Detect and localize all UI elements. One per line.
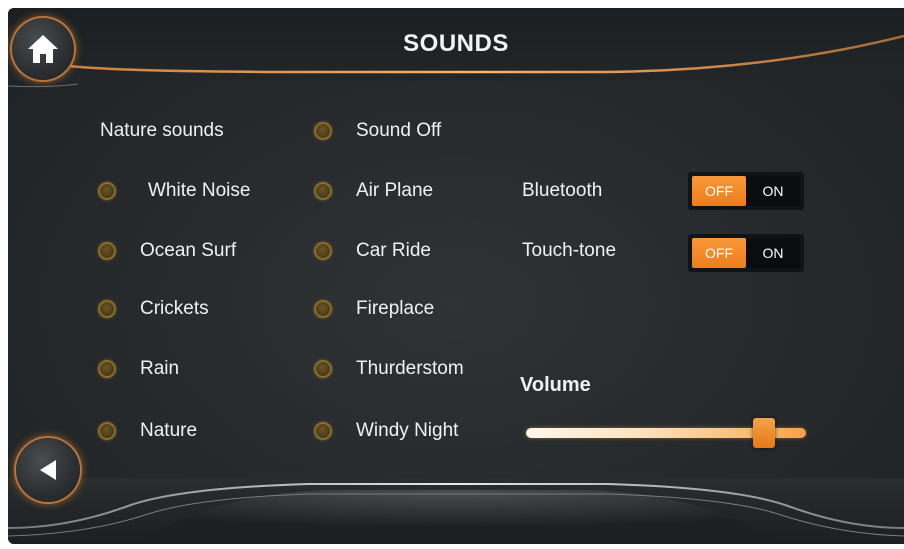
option-label: Fireplace bbox=[356, 298, 435, 319]
toggle-on-segment[interactable]: ON bbox=[746, 238, 800, 268]
decorative-glow-lines bbox=[8, 34, 904, 544]
option-label: Windy Night bbox=[356, 420, 459, 441]
option-label: Sound Off bbox=[356, 120, 442, 141]
touch-tone-toggle[interactable]: OFF ON bbox=[688, 234, 804, 272]
radio-button[interactable] bbox=[314, 360, 332, 378]
radio-button[interactable] bbox=[98, 182, 116, 200]
radio-button[interactable] bbox=[314, 300, 332, 318]
toggle-off-segment[interactable]: OFF bbox=[692, 238, 746, 268]
option-label: Rain bbox=[140, 358, 180, 379]
option-sound-off[interactable]: Sound Off bbox=[314, 120, 441, 142]
toggle-on-segment[interactable]: ON bbox=[746, 176, 800, 206]
radio-button[interactable] bbox=[314, 182, 332, 200]
radio-button[interactable] bbox=[314, 242, 332, 260]
option-car-ride[interactable]: Car Ride bbox=[314, 240, 431, 262]
option-nature[interactable]: Nature bbox=[98, 420, 197, 442]
radio-button[interactable] bbox=[98, 242, 116, 260]
radio-button[interactable] bbox=[98, 300, 116, 318]
option-white-noise[interactable]: White Noise bbox=[98, 180, 250, 202]
page-title: SOUNDS bbox=[403, 30, 509, 57]
option-label: Ocean Surf bbox=[140, 240, 237, 261]
toggle-off-segment[interactable]: OFF bbox=[692, 176, 746, 206]
option-label: White Noise bbox=[148, 180, 251, 201]
option-label: Air Plane bbox=[356, 180, 434, 201]
option-ocean-surf[interactable]: Ocean Surf bbox=[98, 240, 236, 262]
option-label: Nature bbox=[140, 420, 198, 441]
option-label: Thurderstom bbox=[356, 358, 464, 379]
volume-label: Volume bbox=[520, 374, 591, 396]
radio-button[interactable] bbox=[98, 360, 116, 378]
radio-button[interactable] bbox=[314, 122, 332, 140]
radio-button[interactable] bbox=[314, 422, 332, 440]
bluetooth-toggle[interactable]: OFF ON bbox=[688, 172, 804, 210]
option-thunderstorm[interactable]: Thurderstom bbox=[314, 358, 464, 380]
radio-button[interactable] bbox=[98, 422, 116, 440]
volume-slider[interactable] bbox=[526, 418, 808, 448]
back-button[interactable] bbox=[16, 438, 80, 502]
home-button[interactable] bbox=[12, 18, 74, 80]
bluetooth-label: Bluetooth bbox=[522, 180, 603, 201]
nature-sounds-heading: Nature sounds bbox=[100, 120, 224, 141]
sounds-screen: SOUNDS Nature sounds White Noise Ocean S… bbox=[8, 8, 904, 544]
option-windy-night[interactable]: Windy Night bbox=[314, 420, 458, 442]
option-label: Crickets bbox=[140, 298, 209, 319]
home-icon bbox=[28, 35, 58, 63]
option-crickets[interactable]: Crickets bbox=[98, 298, 209, 320]
touch-tone-label: Touch-tone bbox=[522, 240, 617, 261]
volume-thumb[interactable] bbox=[753, 418, 775, 448]
option-rain[interactable]: Rain bbox=[98, 358, 179, 380]
option-fireplace[interactable]: Fireplace bbox=[314, 298, 434, 320]
back-arrow-icon bbox=[40, 460, 56, 480]
option-label: Car Ride bbox=[356, 240, 431, 261]
option-air-plane[interactable]: Air Plane bbox=[314, 180, 433, 202]
